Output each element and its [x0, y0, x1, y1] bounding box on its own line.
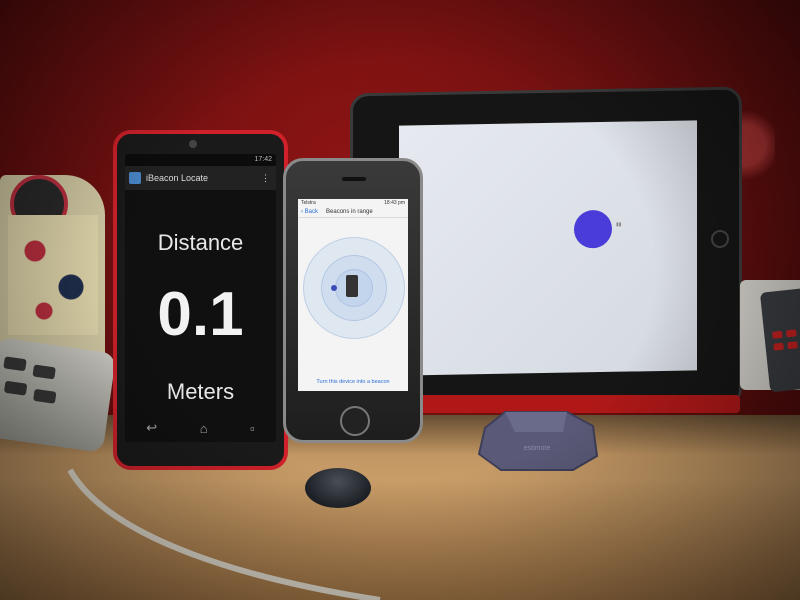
android-nav-bar: ↩ ⌂ ▫: [125, 414, 276, 442]
calculator-button: [785, 329, 797, 338]
iphone-time: 18:43 pm: [384, 200, 405, 206]
home-nav-icon[interactable]: ⌂: [200, 421, 208, 436]
round-beacon: [305, 468, 371, 508]
iphone-nav-bar: ‹ Back Beacons in range: [298, 207, 408, 218]
android-phone: 17:42 iBeacon Locate ⋮ Distance 0.1 Mete…: [113, 130, 288, 470]
calculator-button: [772, 330, 783, 339]
distance-unit: Meters: [166, 379, 235, 404]
iphone-status-bar: Telstra 18:43 pm: [298, 199, 408, 207]
recents-nav-icon[interactable]: ▫: [250, 421, 255, 436]
turn-into-beacon-link[interactable]: Turn this device into a beacon: [298, 379, 408, 385]
android-status-bar: 17:42: [125, 154, 276, 166]
iphone-earpiece: [342, 177, 366, 181]
distance-label: Distance: [157, 230, 244, 255]
ipad-home-button[interactable]: [711, 229, 729, 249]
phone-icon: [346, 275, 358, 297]
overflow-menu-icon[interactable]: ⋮: [261, 173, 270, 184]
calculator-button: [787, 341, 798, 350]
iphone-device: Telstra 18:43 pm ‹ Back Beacons in range…: [283, 158, 423, 443]
app-icon: [129, 172, 141, 184]
proximity-radar: [303, 227, 405, 347]
android-screen: 17:42 iBeacon Locate ⋮ Distance 0.1 Mete…: [125, 154, 276, 442]
back-label: Back: [304, 209, 319, 215]
beacon-dot-icon: [331, 285, 337, 291]
app-title: iBeacon Locate: [146, 173, 209, 183]
calculator-button: [773, 342, 784, 351]
status-time: 17:42: [254, 156, 272, 163]
ipad-screen: ▮▮: [399, 120, 697, 376]
photo-scene: ▮▮ 17:42 iBeacon Locate ⋮ Distance 0.1 M…: [0, 0, 800, 600]
android-app-bar: iBeacon Locate ⋮: [125, 166, 276, 190]
back-button[interactable]: ‹ Back: [301, 209, 318, 215]
beacon-brand-label: estimote: [524, 445, 551, 452]
beacon-location-dot[interactable]: [574, 209, 612, 249]
estimote-beacon: estimote: [477, 411, 599, 471]
nav-title: Beacons in range: [326, 209, 373, 215]
distance-value: 0.1: [157, 280, 244, 349]
iphone-home-button[interactable]: [340, 406, 370, 436]
iphone-screen: Telstra 18:43 pm ‹ Back Beacons in range…: [298, 199, 408, 391]
front-camera-icon: [189, 140, 197, 148]
carrier-name: Telstra: [301, 200, 316, 206]
beacon-dot-label: ▮▮: [616, 221, 622, 228]
back-nav-icon[interactable]: ↩: [146, 420, 157, 436]
